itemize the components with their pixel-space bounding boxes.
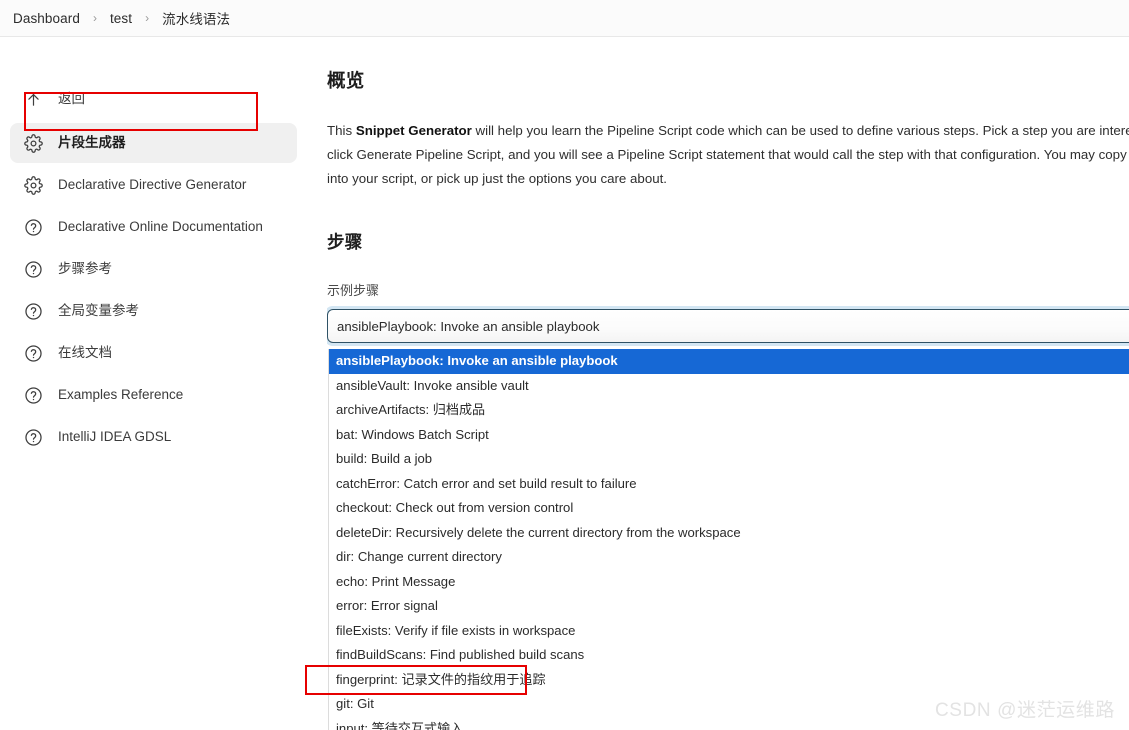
breadcrumb-separator-icon: › [145, 11, 150, 25]
breadcrumb: Dashboard › test › 流水线语法 [6, 6, 237, 30]
page-title-overview: 概览 [327, 70, 365, 91]
sidebar-item-declarative-online-documentation[interactable]: Declarative Online Documentation [10, 207, 297, 247]
option-build[interactable]: build: Build a job [329, 447, 1129, 472]
breadcrumb-separator-icon: › [92, 11, 97, 25]
sidebar-item-step-reference[interactable]: 步骤参考 [10, 249, 297, 289]
option-echo[interactable]: echo: Print Message [329, 570, 1129, 595]
sidebar-item-label: Examples Reference [58, 387, 184, 403]
section-title-steps: 步骤 [327, 232, 363, 252]
sidebar-item-label: 步骤参考 [58, 261, 112, 277]
sidebar-item-examples-reference[interactable]: Examples Reference [10, 375, 297, 415]
option-catcherror[interactable]: catchError: Catch error and set build re… [329, 472, 1129, 497]
sidebar-item-global-variable-reference[interactable]: 全局变量参考 [10, 291, 297, 331]
header-bar: Dashboard › test › 流水线语法 [0, 0, 1129, 37]
option-ansibleplaybook[interactable]: ansiblePlaybook: Invoke an ansible playb… [329, 349, 1129, 374]
step-select-wrapper: ansiblePlaybook: Invoke an ansible playb… [327, 309, 1129, 730]
sidebar-item-label: 全局变量参考 [58, 303, 139, 319]
sidebar: 返回 片段生成器 Declarative Directive Generator [0, 37, 310, 730]
sidebar-item-back[interactable]: 返回 [10, 79, 297, 119]
sidebar-item-label: 返回 [58, 91, 85, 107]
help-circle-icon [22, 300, 44, 322]
help-circle-icon [22, 384, 44, 406]
sidebar-item-label: IntelliJ IDEA GDSL [58, 429, 172, 445]
step-field-label: 示例步骤 [327, 283, 380, 298]
step-options-listbox[interactable]: ansiblePlaybook: Invoke an ansible playb… [328, 349, 1129, 730]
option-findbuildscans[interactable]: findBuildScans: Find published build sca… [329, 643, 1129, 668]
help-circle-icon [22, 258, 44, 280]
option-dir[interactable]: dir: Change current directory [329, 545, 1129, 570]
sidebar-item-label: Declarative Directive Generator [58, 177, 247, 193]
watermark: CSDN @迷茫运维路 [934, 700, 1115, 721]
option-error[interactable]: error: Error signal [329, 594, 1129, 619]
option-checkout[interactable]: checkout: Check out from version control [329, 496, 1129, 521]
intro-paragraph: This Snippet Generator will help you lea… [327, 93, 1129, 191]
help-circle-icon [22, 216, 44, 238]
breadcrumb-item-pipeline-syntax[interactable]: 流水线语法 [155, 6, 237, 30]
sidebar-item-online-documentation[interactable]: 在线文档 [10, 333, 297, 373]
sidebar-item-label: 在线文档 [58, 345, 112, 361]
help-circle-icon [22, 426, 44, 448]
option-archiveartifacts[interactable]: archiveArtifacts: 归档成品 [329, 398, 1129, 423]
sidebar-item-intellij-idea-gdsl[interactable]: IntelliJ IDEA GDSL [10, 417, 297, 457]
step-select-value: ansiblePlaybook: Invoke an ansible playb… [337, 318, 600, 334]
option-fileexists[interactable]: fileExists: Verify if file exists in wor… [329, 619, 1129, 644]
option-ansiblevault[interactable]: ansibleVault: Invoke ansible vault [329, 374, 1129, 399]
arrow-up-icon [22, 88, 44, 110]
main-content: 概览 This Snippet Generator will help you … [327, 37, 1129, 730]
gear-icon [22, 132, 44, 154]
intro-prefix: This [327, 123, 356, 138]
sidebar-item-snippet-generator[interactable]: 片段生成器 [10, 123, 297, 163]
breadcrumb-item-test[interactable]: test [103, 9, 139, 28]
sidebar-item-label: 片段生成器 [58, 135, 126, 151]
intro-bold-term: Snippet Generator [355, 123, 472, 138]
step-select[interactable]: ansiblePlaybook: Invoke an ansible playb… [327, 309, 1129, 343]
sidebar-item-declarative-directive-generator[interactable]: Declarative Directive Generator [10, 165, 297, 205]
gear-icon [22, 174, 44, 196]
page-root: Dashboard › test › 流水线语法 返回 片段生成器 Declar… [0, 0, 1129, 730]
option-fingerprint[interactable]: fingerprint: 记录文件的指纹用于追踪 [329, 668, 1129, 693]
help-circle-icon [22, 342, 44, 364]
breadcrumb-item-dashboard[interactable]: Dashboard [6, 9, 87, 28]
option-deletedir[interactable]: deleteDir: Recursively delete the curren… [329, 521, 1129, 546]
option-bat[interactable]: bat: Windows Batch Script [329, 423, 1129, 448]
sidebar-item-label: Declarative Online Documentation [58, 219, 263, 235]
